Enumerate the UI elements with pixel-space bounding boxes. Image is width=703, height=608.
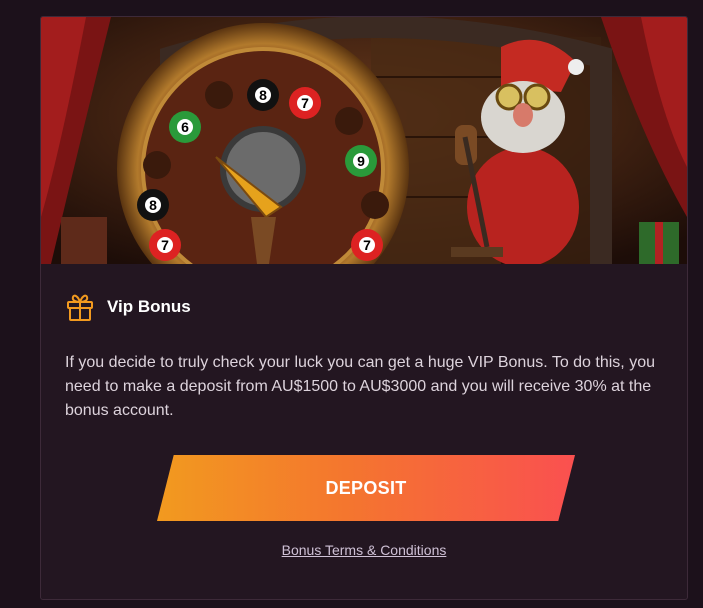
bonus-description: If you decide to truly check your luck y…	[65, 354, 655, 419]
gift-icon	[67, 294, 93, 321]
svg-text:6: 6	[181, 119, 189, 135]
svg-text:7: 7	[301, 95, 309, 111]
deposit-button[interactable]: DEPOSIT	[157, 455, 575, 521]
bonus-banner-image: 8 7 6 9 8 7 7	[41, 17, 687, 264]
bonus-terms-link[interactable]: Bonus Terms & Conditions	[41, 542, 687, 558]
svg-text:9: 9	[357, 153, 365, 169]
svg-text:7: 7	[161, 237, 169, 253]
svg-text:8: 8	[259, 87, 267, 103]
bonus-title: Vip Bonus	[107, 297, 191, 316]
vip-bonus-card: 8 7 6 9 8 7 7 Vip Bonus If you decide to…	[40, 16, 688, 600]
svg-text:7: 7	[363, 237, 371, 253]
bonus-header: Vip Bonus	[65, 291, 191, 323]
svg-text:8: 8	[149, 197, 157, 213]
